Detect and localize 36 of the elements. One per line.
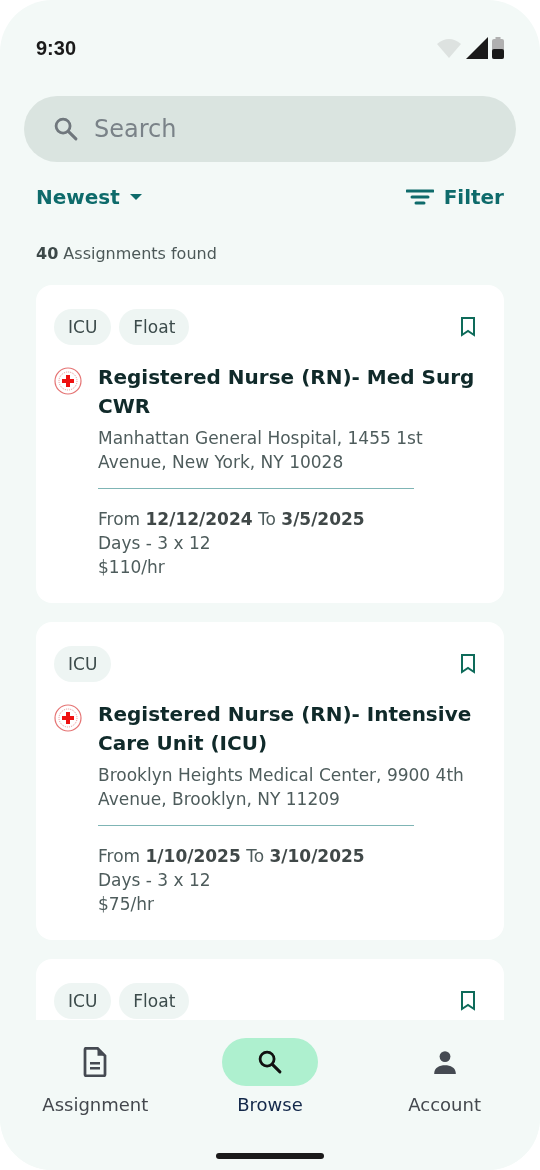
hospital-logo-icon [54, 367, 82, 395]
date-range: From 1/10/2025 To 3/10/2025 [98, 845, 366, 868]
tag-chip: ICU [54, 983, 112, 1019]
nav-tab[interactable]: Assignment [20, 1038, 171, 1115]
bookmark-icon[interactable] [460, 317, 476, 337]
job-title[interactable]: Registered Nurse (RN)- Med Surg CWR [98, 363, 486, 421]
sort-dropdown[interactable]: Newest [36, 185, 142, 209]
search-icon [256, 1048, 284, 1076]
tag-chip: Float [119, 309, 190, 345]
result-count: 40 Assignments found [36, 244, 217, 263]
shift-schedule: Days - 3 x 12 [98, 532, 212, 555]
filter-icon [405, 189, 434, 205]
hospital-address: Manhattan General Hospital, 1455 1st Avenue, New York, NY 10028 [98, 427, 424, 474]
person-icon [431, 1049, 458, 1075]
bookmark-icon[interactable] [460, 654, 476, 674]
date-range: From 12/12/2024 To 3/5/2025 [98, 508, 366, 531]
document-icon [82, 1047, 109, 1077]
hospital-logo-icon [54, 704, 82, 732]
job-title[interactable]: Registered Nurse (RN)- Intensive Care Unit (ICU) [98, 700, 486, 758]
battery-icon [492, 37, 504, 59]
nav-tab[interactable]: Account [369, 1038, 520, 1115]
pay-rate: $75/hr [98, 893, 155, 916]
shift-schedule: Days - 3 x 12 [98, 869, 212, 892]
tag-chip: Float [119, 983, 190, 1019]
bookmark-icon[interactable] [460, 991, 476, 1011]
signal-icon [466, 37, 488, 59]
search-field[interactable]: Search [24, 96, 516, 162]
tag-chip: ICU [54, 309, 112, 345]
tag-chip: ICU [54, 646, 112, 682]
pay-rate: $110/hr [98, 556, 166, 579]
caret-icon [129, 194, 142, 200]
status-time: 9:30 [36, 36, 77, 60]
hospital-address: Brooklyn Heights Medical Center, 9900 4th Avenue, Brooklyn, NY 11209 [98, 764, 465, 811]
search-icon [52, 115, 80, 143]
nav-tab[interactable]: Browse [195, 1038, 345, 1115]
filter-button[interactable]: Filter [405, 185, 504, 209]
